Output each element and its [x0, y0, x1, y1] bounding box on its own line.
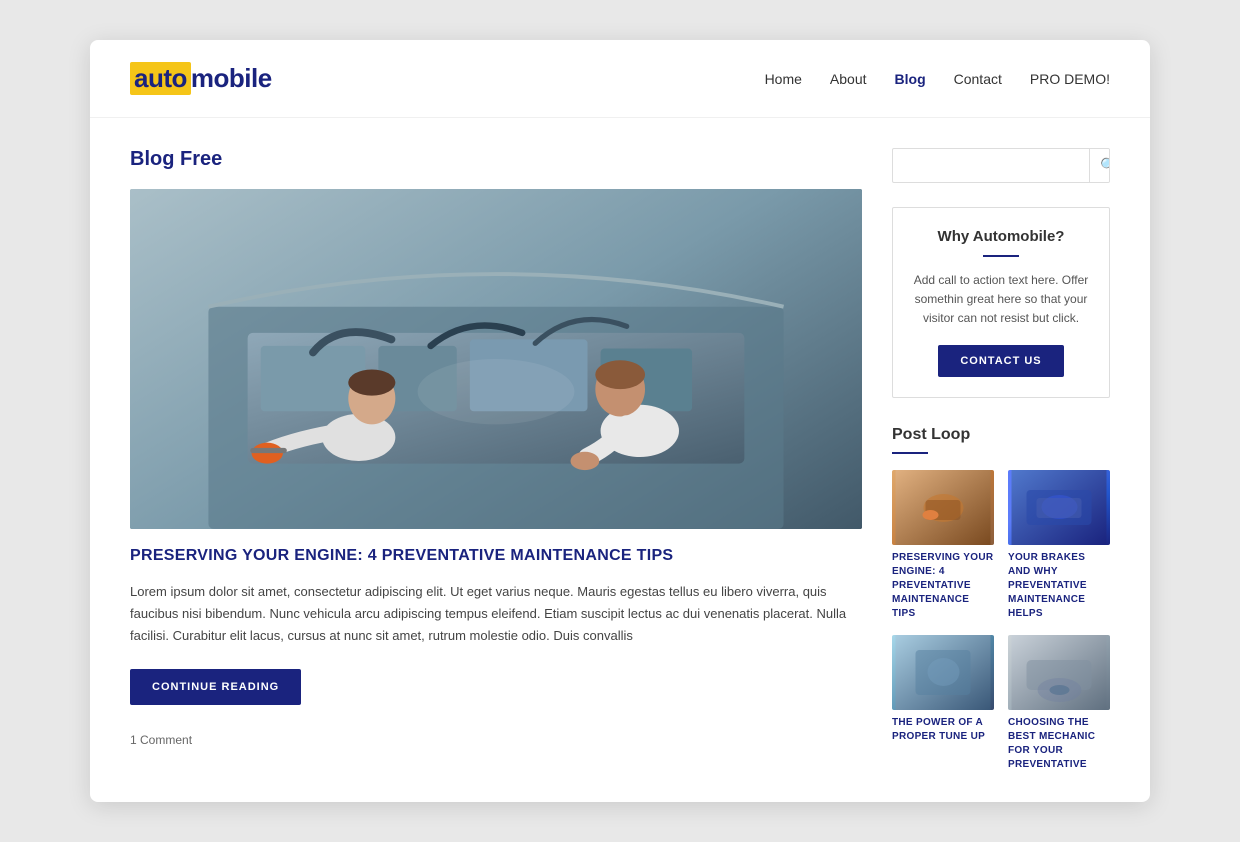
main-nav: Home About Blog Contact PRO DEMO! [765, 71, 1110, 87]
post-thumb-1 [892, 470, 994, 545]
logo-auto: auto [130, 62, 191, 95]
nav-pro-demo[interactable]: PRO DEMO! [1030, 71, 1110, 87]
contact-us-button[interactable]: CONTACT US [938, 345, 1063, 377]
cta-divider [983, 255, 1019, 257]
post-loop-item-2[interactable]: YOUR BRAKES AND WHY PREVENTATIVE MAINTEN… [1008, 470, 1110, 621]
post-loop-divider [892, 452, 928, 454]
article-body: Lorem ipsum dolor sit amet, consectetur … [130, 581, 862, 647]
featured-image [130, 189, 862, 529]
search-input[interactable] [893, 150, 1089, 181]
cta-box: Why Automobile? Add call to action text … [892, 207, 1110, 398]
blog-title: Blog Free [130, 148, 862, 171]
site-logo[interactable]: automobile [130, 62, 272, 95]
logo-mobile: mobile [191, 63, 272, 94]
post-loop-section: Post Loop [892, 426, 1110, 772]
post-thumb-2 [1008, 470, 1110, 545]
site-header: automobile Home About Blog Contact PRO D… [90, 40, 1150, 118]
post-loop-grid: PRESERVING YOUR ENGINE: 4 PREVENTATIVE M… [892, 470, 1110, 772]
post-thumb-3 [892, 635, 994, 710]
sidebar: 🔍 Why Automobile? Add call to action tex… [892, 148, 1110, 772]
nav-about[interactable]: About [830, 71, 867, 87]
nav-home[interactable]: Home [765, 71, 802, 87]
cta-text: Add call to action text here. Offer some… [909, 271, 1093, 329]
browser-card: automobile Home About Blog Contact PRO D… [90, 40, 1150, 802]
continue-reading-button[interactable]: CONTINUE READING [130, 669, 301, 705]
post-loop-item-4[interactable]: CHOOSING THE BEST MECHANIC FOR YOUR PREV… [1008, 635, 1110, 772]
post-loop-label-2: YOUR BRAKES AND WHY PREVENTATIVE MAINTEN… [1008, 551, 1110, 621]
post-loop-label-3: THE POWER OF A PROPER TUNE UP [892, 716, 994, 744]
cta-title: Why Automobile? [909, 228, 1093, 245]
search-bar: 🔍 [892, 148, 1110, 183]
post-loop-label-4: CHOOSING THE BEST MECHANIC FOR YOUR PREV… [1008, 716, 1110, 772]
post-thumb-4 [1008, 635, 1110, 710]
nav-blog[interactable]: Blog [895, 71, 926, 87]
comment-count: 1 Comment [130, 733, 862, 747]
article-heading: PRESERVING YOUR ENGINE: 4 PREVENTATIVE M… [130, 547, 862, 565]
nav-contact[interactable]: Contact [954, 71, 1002, 87]
post-loop-item-3[interactable]: THE POWER OF A PROPER TUNE UP [892, 635, 994, 772]
post-loop-item-1[interactable]: PRESERVING YOUR ENGINE: 4 PREVENTATIVE M… [892, 470, 994, 621]
post-loop-label-1: PRESERVING YOUR ENGINE: 4 PREVENTATIVE M… [892, 551, 994, 621]
post-loop-title: Post Loop [892, 426, 1110, 444]
site-main: Blog Free [90, 118, 1150, 802]
main-content: Blog Free [130, 148, 862, 747]
search-button[interactable]: 🔍 [1089, 149, 1110, 182]
